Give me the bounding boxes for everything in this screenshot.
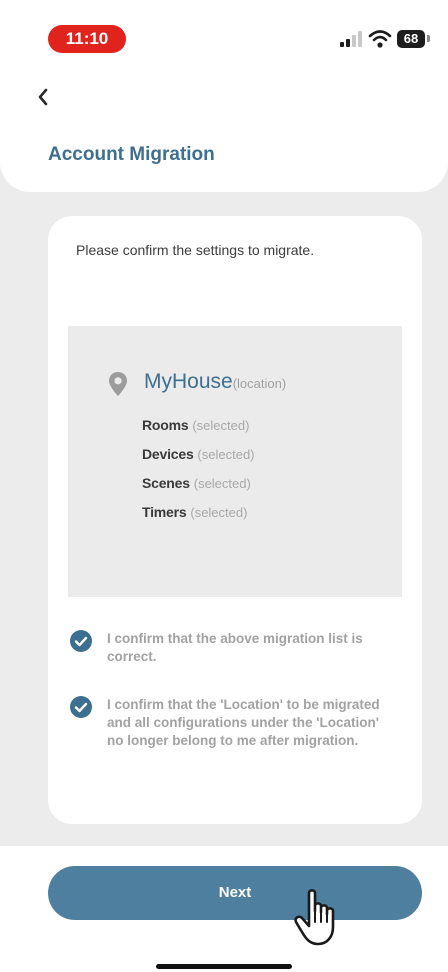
confirm-text-list: I confirm that the above migration list … (107, 631, 363, 664)
item-tag: (selected) (193, 476, 251, 491)
status-time: 11:10 (48, 25, 126, 53)
item-tag: (selected) (192, 418, 250, 433)
item-name: Scenes (142, 475, 190, 491)
page-title: Account Migration (48, 144, 215, 165)
item-name: Rooms (142, 417, 189, 433)
next-button[interactable]: Next (48, 866, 422, 920)
summary-item-devices: Devices (selected) (142, 446, 255, 462)
status-bar: 11:10 68 (0, 0, 448, 66)
check-icon (74, 702, 88, 713)
location-tag: (location) (232, 376, 287, 391)
wifi-icon (368, 30, 392, 48)
migration-card: Please confirm the settings to migrate. … (48, 216, 422, 824)
pin-icon (109, 372, 127, 396)
check-icon (74, 636, 88, 647)
confirm-text-location: I confirm that the 'Location' to be migr… (107, 697, 380, 748)
chevron-left-icon (38, 88, 48, 106)
item-name: Devices (142, 446, 194, 462)
summary-item-timers: Timers (selected) (142, 504, 247, 520)
checkmark-circle-icon[interactable] (70, 630, 92, 652)
hand-cursor-icon (294, 889, 335, 946)
bottom-bar: Next (0, 846, 448, 972)
location-name: MyHouse (144, 370, 233, 393)
item-tag: (selected) (197, 447, 255, 462)
item-name: Timers (142, 504, 187, 520)
battery-icon: 68 (397, 30, 425, 48)
instruction-text: Please confirm the settings to migrate. (76, 242, 315, 258)
checkmark-circle-icon[interactable] (70, 696, 92, 718)
back-button[interactable] (28, 80, 58, 114)
battery-cap (427, 35, 430, 42)
item-tag: (selected) (190, 505, 248, 520)
migration-summary: MyHouse(location) Rooms (selected) Devic… (68, 326, 402, 597)
location-line: MyHouse(location) (144, 370, 286, 394)
home-indicator (156, 964, 292, 969)
signal-icon (340, 31, 362, 47)
summary-item-scenes: Scenes (selected) (142, 475, 251, 491)
summary-item-rooms: Rooms (selected) (142, 417, 249, 433)
header: Account Migration (0, 66, 448, 192)
